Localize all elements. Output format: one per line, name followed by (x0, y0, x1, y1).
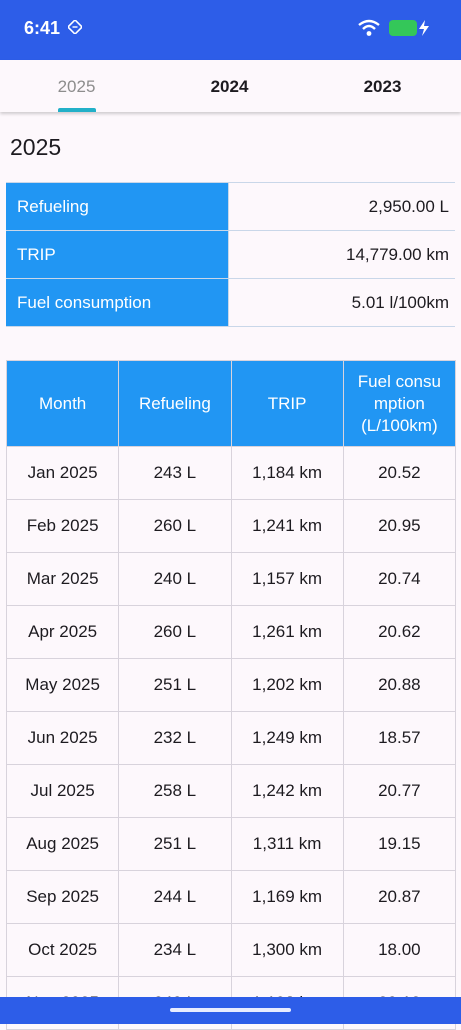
summary-row-fuel-consumption: Fuel consumption 5.01 l/100km (6, 278, 455, 327)
table-row: Mar 2025 240 L 1,157 km 20.74 (5, 552, 457, 606)
summary-label: Fuel consumption (6, 278, 229, 327)
refueling-cell: 260 L (118, 499, 232, 553)
summary-label: TRIP (6, 230, 229, 279)
refueling-cell: 234 L (118, 923, 232, 977)
column-header-fuel-consumption: Fuel consu mption (L/100km) (342, 360, 457, 447)
year-heading: 2025 (10, 134, 62, 160)
month-cell: Mar 2025 (5, 552, 120, 606)
trip-cell: 1,261 km (230, 605, 344, 659)
sim-icon (68, 20, 82, 34)
month-cell: Jun 2025 (5, 711, 120, 765)
trip-cell: 1,184 km (230, 446, 344, 500)
month-cell: Jul 2025 (5, 764, 120, 818)
trip-cell: 1,157 km (230, 552, 344, 606)
summary-label: Refueling (6, 182, 229, 231)
monthly-table-header: Month Refueling TRIP Fuel consu mption (… (5, 360, 457, 447)
month-cell: May 2025 (5, 658, 120, 712)
summary-row-trip: TRIP 14,779.00 km (6, 230, 455, 279)
wifi-icon (358, 19, 380, 36)
battery-icon (389, 20, 417, 36)
refueling-cell: 251 L (118, 658, 232, 712)
fuel-consumption-cell: 20.88 (342, 658, 457, 712)
monthly-table: Month Refueling TRIP Fuel consu mption (… (5, 360, 457, 1030)
year-tabs: 2025 2024 2023 (0, 60, 461, 112)
trip-cell: 1,249 km (230, 711, 344, 765)
tab-2025[interactable]: 2025 (0, 60, 153, 112)
tab-2024[interactable]: 2024 (153, 60, 306, 112)
table-row: Feb 2025 260 L 1,241 km 20.95 (5, 499, 457, 553)
refueling-cell: 251 L (118, 817, 232, 871)
summary-value: 5.01 l/100km (228, 278, 455, 327)
table-row: Apr 2025 260 L 1,261 km 20.62 (5, 605, 457, 659)
refueling-cell: 244 L (118, 870, 232, 924)
refueling-cell: 243 L (118, 446, 232, 500)
refueling-cell: 260 L (118, 605, 232, 659)
navigation-bar (0, 997, 461, 1024)
fuel-consumption-cell: 18.00 (342, 923, 457, 977)
fuel-consumption-cell: 20.95 (342, 499, 457, 553)
month-cell: Sep 2025 (5, 870, 120, 924)
status-time: 6:41 (24, 18, 61, 38)
fuel-consumption-cell: 20.77 (342, 764, 457, 818)
summary-row-refueling: Refueling 2,950.00 L (6, 182, 455, 231)
summary-value: 14,779.00 km (228, 230, 455, 279)
table-row: May 2025 251 L 1,202 km 20.88 (5, 658, 457, 712)
table-row: Jan 2025 243 L 1,184 km 20.52 (5, 446, 457, 500)
trip-cell: 1,300 km (230, 923, 344, 977)
refueling-cell: 240 L (118, 552, 232, 606)
table-row: Jun 2025 232 L 1,249 km 18.57 (5, 711, 457, 765)
table-row: Aug 2025 251 L 1,311 km 19.15 (5, 817, 457, 871)
table-row: Jul 2025 258 L 1,242 km 20.77 (5, 764, 457, 818)
trip-cell: 1,311 km (230, 817, 344, 871)
trip-cell: 1,241 km (230, 499, 344, 553)
column-header-month: Month (5, 360, 120, 447)
month-cell: Jan 2025 (5, 446, 120, 500)
table-row: Oct 2025 234 L 1,300 km 18.00 (5, 923, 457, 977)
home-indicator[interactable] (170, 1008, 291, 1012)
table-row: Sep 2025 244 L 1,169 km 20.87 (5, 870, 457, 924)
refueling-cell: 232 L (118, 711, 232, 765)
refueling-cell: 258 L (118, 764, 232, 818)
tab-2023[interactable]: 2023 (306, 60, 459, 112)
charging-icon (419, 20, 429, 36)
monthly-table-body: Jan 2025 243 L 1,184 km 20.52 Feb 2025 260 L1… (5, 446, 457, 1030)
fuel-consumption-cell: 18.57 (342, 711, 457, 765)
trip-cell: 1,202 km (230, 658, 344, 712)
fuel-consumption-cell: 19.15 (342, 817, 457, 871)
month-cell: Feb 2025 (5, 499, 120, 553)
column-header-refueling: Refueling (118, 360, 232, 447)
summary-table: Refueling 2,950.00 L TRIP 14,779.00 km F… (6, 182, 455, 327)
month-cell: Aug 2025 (5, 817, 120, 871)
fuel-consumption-cell: 20.62 (342, 605, 457, 659)
fuel-consumption-cell: 20.74 (342, 552, 457, 606)
fuel-consumption-cell: 20.52 (342, 446, 457, 500)
fuel-consumption-cell: 20.87 (342, 870, 457, 924)
status-bar: 6:41 (0, 0, 461, 60)
month-cell: Apr 2025 (5, 605, 120, 659)
month-cell: Oct 2025 (5, 923, 120, 977)
summary-value: 2,950.00 L (228, 182, 455, 231)
tab-indicator (58, 108, 96, 112)
trip-cell: 1,169 km (230, 870, 344, 924)
trip-cell: 1,242 km (230, 764, 344, 818)
column-header-trip: TRIP (230, 360, 344, 447)
